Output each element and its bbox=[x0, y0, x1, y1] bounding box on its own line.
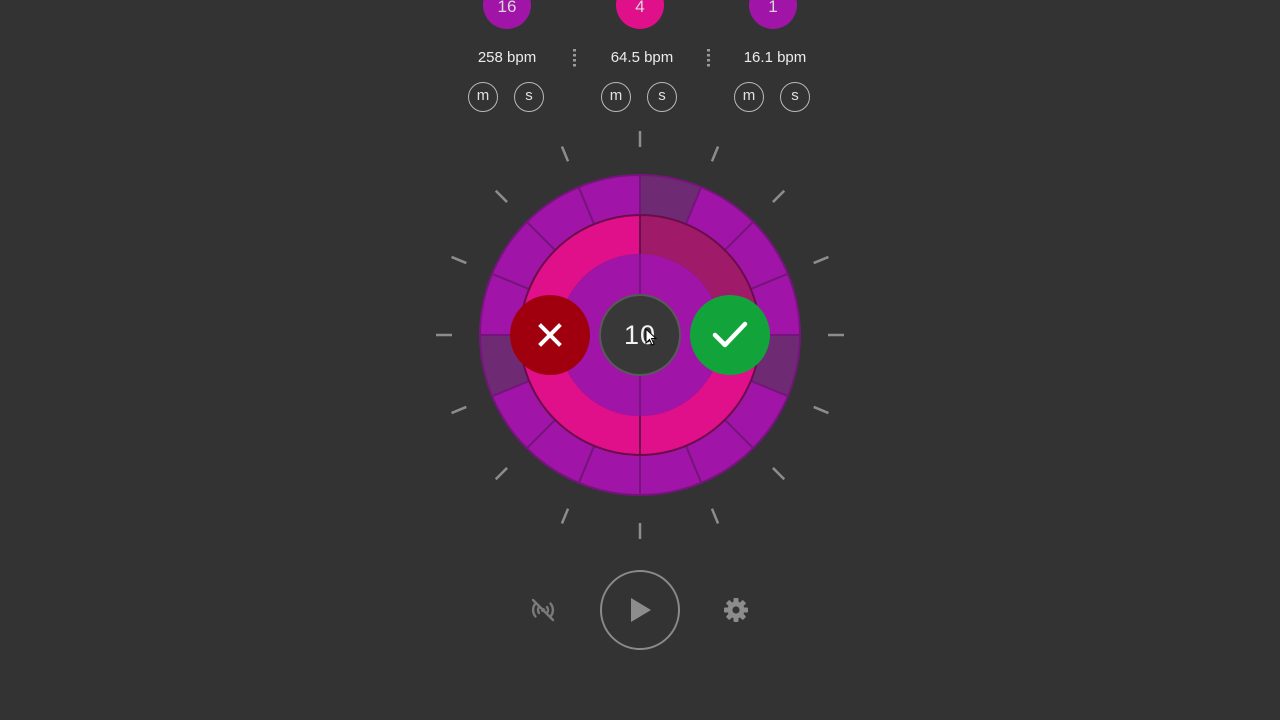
dial-tick bbox=[772, 189, 786, 203]
dial-tick bbox=[813, 255, 829, 265]
dial-tick bbox=[451, 405, 467, 415]
dial-tick bbox=[560, 146, 570, 162]
dial-tick bbox=[813, 405, 829, 415]
gear-icon bbox=[724, 598, 748, 622]
metronome-screen: 16 4 1 258 bpm 64.5 bpm 16.1 bpm m s m s… bbox=[0, 0, 1280, 720]
close-icon bbox=[538, 323, 562, 347]
dial-tick bbox=[772, 467, 786, 481]
dial-tick bbox=[494, 467, 508, 481]
confirm-button[interactable] bbox=[690, 295, 770, 375]
dial-tick bbox=[560, 508, 570, 524]
dial-tick bbox=[710, 146, 720, 162]
settings-button[interactable] bbox=[716, 590, 756, 630]
cancel-button[interactable] bbox=[510, 295, 590, 375]
beats-value-input[interactable]: 10 bbox=[601, 296, 679, 374]
sync-toggle-button[interactable] bbox=[523, 590, 563, 630]
broadcast-off-icon bbox=[531, 598, 555, 622]
checkmark-icon bbox=[712, 321, 748, 348]
dial-tick bbox=[494, 189, 508, 203]
play-icon bbox=[631, 598, 651, 622]
play-button[interactable] bbox=[600, 570, 680, 650]
dial-tick bbox=[451, 255, 467, 265]
dial-tick bbox=[710, 508, 720, 524]
